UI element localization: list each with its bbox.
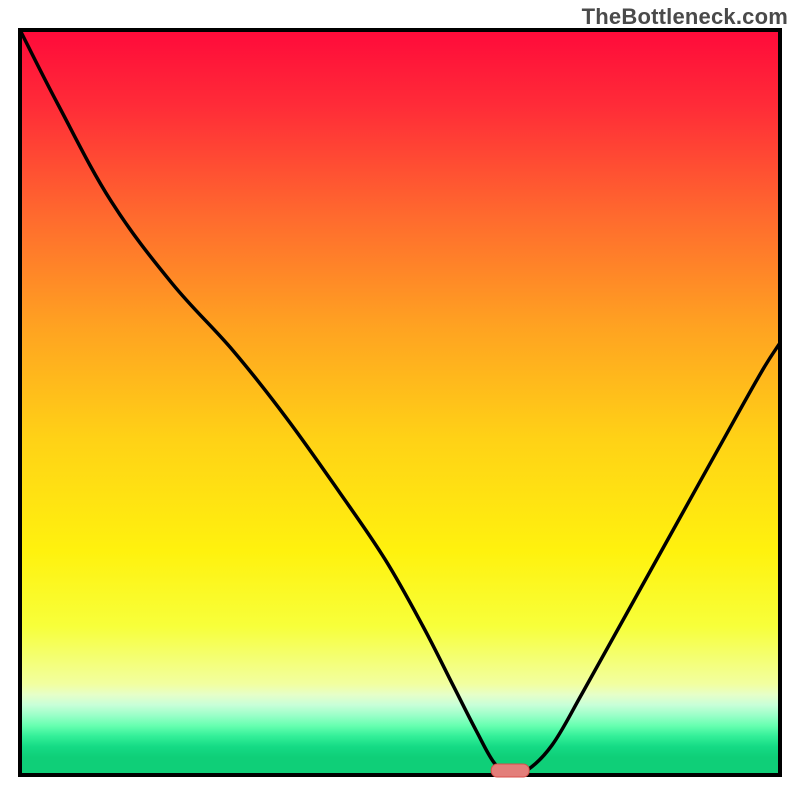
bottleneck-chart <box>0 0 800 800</box>
watermark-text: TheBottleneck.com <box>582 4 788 30</box>
optimum-marker <box>491 764 529 777</box>
plot-background <box>20 30 780 775</box>
chart-container: { "watermark": "TheBottleneck.com", "col… <box>0 0 800 800</box>
